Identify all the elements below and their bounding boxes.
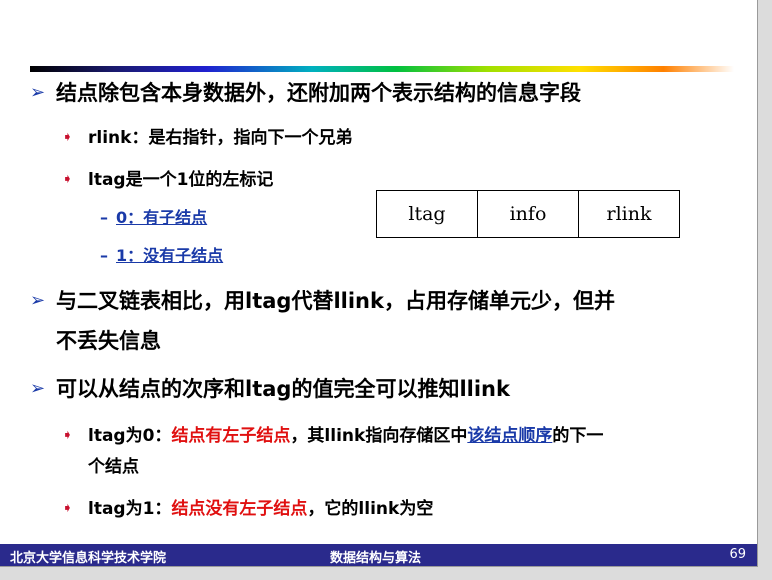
bullet-text-line2: 个结点 <box>88 457 139 477</box>
bullet-text: rlink：是右指针，指向下一个兄弟 <box>88 128 353 148</box>
dash-icon: – <box>100 208 108 227</box>
ltag-0-link[interactable]: 0：有子结点 <box>116 208 207 227</box>
course-name: 数据结构与算法 <box>330 551 422 566</box>
arrow-solid-icon: ➧ <box>62 428 73 443</box>
node-field-rlink: rlink <box>606 203 652 225</box>
llink-null-text: ，它的llink为空 <box>307 499 434 519</box>
has-left-child-text: 结点有左子结点 <box>171 426 291 446</box>
node-field-info: info <box>478 191 579 237</box>
arrow-solid-icon: ➧ <box>62 172 73 187</box>
title-divider-bar <box>30 66 734 72</box>
bullet-text-line2: 不丢失信息 <box>56 329 161 353</box>
dash-icon: – <box>100 246 108 265</box>
bullet-text-line1: 与二叉链表相比，用ltag代替llink，占用存储单元少，但并 <box>56 289 615 313</box>
node-field-ltag: ltag <box>377 191 478 237</box>
arrow-outline-icon: ➢ <box>30 290 46 311</box>
page-number: 69 <box>729 547 746 562</box>
llink-points-text: ，其llink指向存储区中 <box>290 426 468 446</box>
arrow-solid-icon: ➧ <box>62 501 73 516</box>
bullet-text: ltag是一个1位的左标记 <box>88 170 274 190</box>
node-order-link[interactable]: 该结点顺序 <box>467 426 552 446</box>
bullet-ltag-0: –0：有子结点 <box>100 205 207 231</box>
slide-footer: 北京大学信息科学技术学院 数据结构与算法 69 <box>0 544 757 566</box>
slide: ➢ 结点除包含本身数据外，还附加两个表示结构的信息字段 ➧ rlink：是右指针… <box>0 0 758 567</box>
bullet-text: 结点除包含本身数据外，还附加两个表示结构的信息字段 <box>56 81 581 105</box>
ltag-1-prefix: ltag为1： <box>88 499 172 519</box>
institution-name: 北京大学信息科学技术学院 <box>10 551 167 566</box>
arrow-solid-icon: ➧ <box>62 130 73 145</box>
bullet-text: 可以从结点的次序和ltag的值完全可以推知llink <box>56 377 510 401</box>
bullet-text: ltag为0：结点有左子结点，其llink指向存储区中该结点顺序的下一 <box>88 421 603 451</box>
ltag-1-link[interactable]: 1：没有子结点 <box>116 246 223 265</box>
arrow-outline-icon: ➢ <box>30 378 46 399</box>
node-structure-table: ltag info rlink <box>376 190 680 238</box>
no-left-child-text: 结点没有左子结点 <box>171 499 308 519</box>
arrow-outline-icon: ➢ <box>30 82 46 103</box>
ltag-0-prefix: ltag为0： <box>88 426 172 446</box>
next-text: 的下一 <box>552 426 604 446</box>
bullet-text: ltag为1：结点没有左子结点，它的llink为空 <box>88 494 433 524</box>
bullet-ltag-1: –1：没有子结点 <box>100 243 223 269</box>
